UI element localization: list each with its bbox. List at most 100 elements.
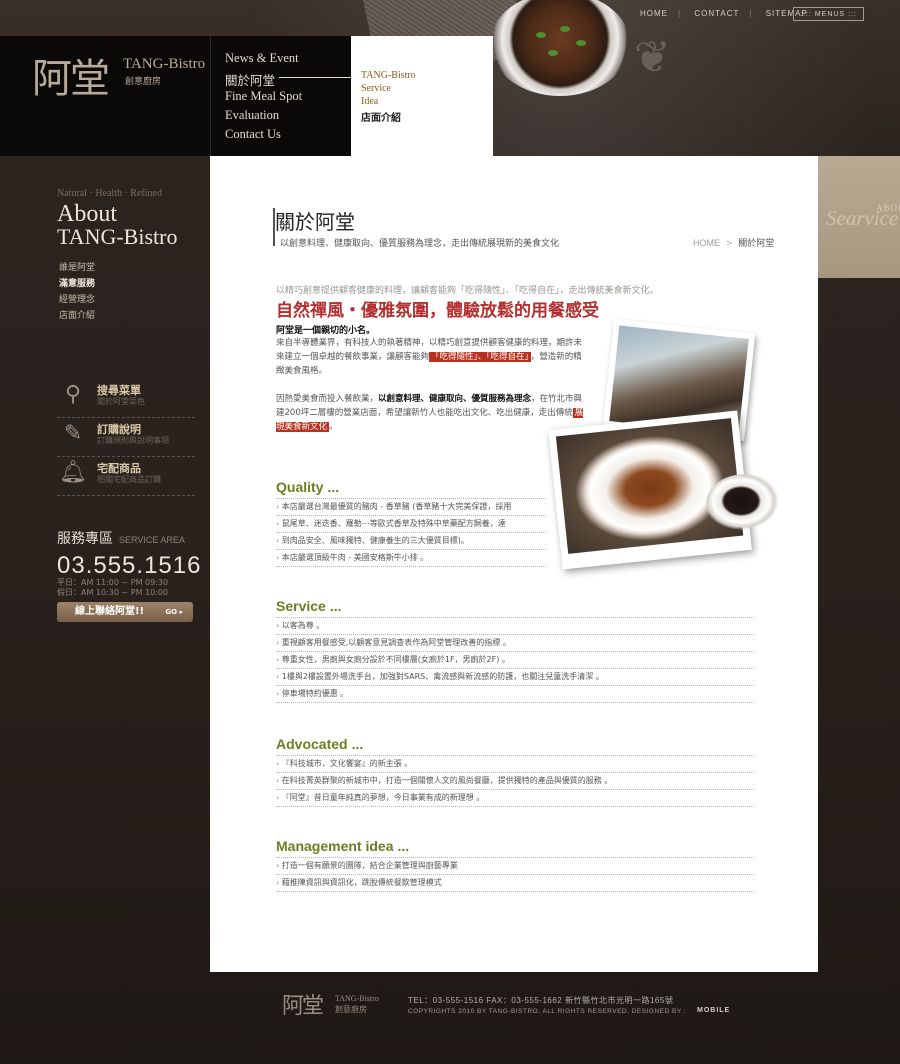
herb-garnish <box>548 50 558 56</box>
logo-zh[interactable]: 阿堂 <box>32 46 110 104</box>
main-nav: News & Event 關於阿堂 Fine Meal Spot Evaluat… <box>211 36 351 156</box>
section-title-text: Service <box>276 598 326 614</box>
section-title-dots: ... <box>329 598 342 614</box>
paragraph-1: 來自半導體業界，有科技人的執著精神，以精巧創意提供顧客健康的料理，期許未來建立一… <box>276 336 586 378</box>
sidebar-link-who[interactable]: 誰是阿堂 <box>59 263 95 274</box>
list-item: 打造一個有願景的團隊，結合企業管理與廚藝專業 <box>276 857 754 875</box>
list-item: 本店嚴選頂級牛肉 - 美國安格斯牛小排 。 <box>276 550 546 567</box>
section-title-text: Advocated <box>276 736 348 752</box>
intro-text: 以精巧創意提供顧客健康的料理，讓顧客能夠「吃得隨性」、「吃得自在」，走出傳統美食… <box>276 286 659 296</box>
sidebar-links: 誰是阿堂 滿意服務 經營理念 店面介紹 <box>59 263 95 327</box>
footer-logo-en: TANG-Bistro <box>335 994 379 1003</box>
area-en: SERVICE AREA <box>119 535 185 545</box>
subnav-service[interactable]: Service <box>361 83 391 94</box>
section-title: Quality... <box>276 479 754 495</box>
contact-label: 線上聯絡阿堂!! <box>75 606 145 617</box>
about-searvice-tab: ABOUT Searvice <box>818 156 900 278</box>
sidebar-link-store[interactable]: 店面介紹 <box>59 311 95 322</box>
nav-fine-meal-spot[interactable]: Fine Meal Spot <box>225 89 302 104</box>
nav-evaluation[interactable]: Evaluation <box>225 108 279 123</box>
section-title: Service... <box>276 598 754 614</box>
footer-logo-sub: 創意廚房 <box>335 1005 367 1014</box>
service-sub: 關於阿堂菜色 <box>97 397 145 406</box>
logo-sub: 創意廚房 <box>125 77 162 87</box>
contact-online-button[interactable]: 線上聯絡阿堂!! GO ▸ <box>57 602 193 622</box>
list-item: 到肉品安全、風味獨特、健康養生的三大優質目標)。 <box>276 533 546 550</box>
section-service: Service... 以客為尊 。 重視顧客用餐感受,以顧客意見調查表作為阿堂管… <box>276 598 754 703</box>
list-item: 本店嚴選台灣最優質的豬肉 - 香草豬 (香草豬十大完美保證，採用 <box>276 498 546 516</box>
subnav-store-intro[interactable]: 店面介紹 <box>361 109 401 124</box>
p2-bold: 以創意料理、健康取向、優質服務為理念 <box>378 394 532 404</box>
go-icon: GO ▸ <box>165 608 183 616</box>
herb-garnish <box>576 40 586 46</box>
breadcrumb-current: 關於阿堂 <box>738 238 775 248</box>
lead-text: 阿堂是一個親切的小名。 <box>276 326 376 336</box>
tab-big-label: Searvice <box>826 206 899 230</box>
subnav-idea[interactable]: Idea <box>361 96 378 107</box>
list-item: 以客為尊 。 <box>276 617 754 635</box>
breadcrumb: HOME > 關於阿堂 <box>693 236 774 249</box>
service-order-info[interactable]: ✎ 訂購說明 訂購規則與說明事項 <box>57 418 195 457</box>
hours-weekday: 平日：AM 11:00 ~ PM 09:30 <box>57 578 169 587</box>
area-zh: 服務專區 <box>57 531 113 547</box>
footer-contact-info: TEL：03-555-1516 FAX：03-555-1662 新竹縣竹北市光明… <box>408 996 674 1005</box>
slogan: 自然禪風・優雅氛圍，體驗放鬆的用餐感受 <box>276 301 599 321</box>
sidebar-link-philosophy[interactable]: 經營理念 <box>59 295 95 306</box>
page-title: 關於阿堂 <box>275 210 355 234</box>
phone-number: 03.555.1516 <box>57 552 202 579</box>
sub-nav: TANG-Bistro Service Idea 店面介紹 <box>351 36 493 156</box>
nav-news-event[interactable]: News & Event <box>225 51 299 66</box>
service-delivery[interactable]: 🔔︎ 宅配商品 相關宅配商品訂購 <box>57 457 195 496</box>
list-item: 尊重女性，男廁與女廁分設於不同樓層(女廁於1F，男廁於2F) 。 <box>276 652 754 669</box>
list-item: 重視顧客用餐感受,以顧客意見調查表作為阿堂管理改善的指標 。 <box>276 635 754 652</box>
herb-garnish <box>536 32 546 38</box>
section-advocated: Advocated... 『科技城市，文化饗宴』的新主張 。 在科技菁英群聚的新… <box>276 736 754 807</box>
service-search-menu[interactable]: ⚲ 搜尋菜單 關於阿堂菜色 <box>57 379 195 418</box>
top-links: HOME | CONTACT | SITEMAP <box>640 9 818 18</box>
search-icon: ⚲ <box>64 382 82 407</box>
footer-designer-link[interactable]: MOBILE <box>697 1007 730 1014</box>
menus-button[interactable]: :::: MENUS ::: <box>793 7 864 21</box>
service-sub: 相關宅配商品訂購 <box>97 475 161 484</box>
separator: | <box>749 9 753 18</box>
notepad-icon: ✎ <box>63 421 83 446</box>
paragraph-2: 因熱愛美食而投入餐飲業，以創意料理、健康取向、優質服務為理念，在竹北市興建200… <box>276 392 586 434</box>
section-title: Management idea... <box>276 838 754 854</box>
sidebar-title-line2: TANG-Bistro <box>57 224 178 249</box>
top-link-home[interactable]: HOME <box>640 9 668 18</box>
section-title-dots: ... <box>351 736 364 752</box>
bell-icon: 🔔︎ <box>59 460 87 485</box>
herb-garnish <box>560 26 570 32</box>
nav-contact-us[interactable]: Contact Us <box>225 127 281 142</box>
list-item: 藉推陳資訊與資訊化，跳脫傳統餐飲管理模式 <box>276 875 754 892</box>
footer-logo-zh: 阿堂 <box>282 994 324 1019</box>
p2-text: 因熱愛美食而投入餐飲業， <box>276 394 379 404</box>
section-title: Advocated... <box>276 736 754 752</box>
subnav-tang-bistro[interactable]: TANG-Bistro <box>361 70 416 81</box>
sidebar-title-line1: About <box>57 201 117 227</box>
separator: | <box>678 9 682 18</box>
list-item: 在科技菁英群聚的新城市中，打造一個關懷人文的風尚餐廳，提供獨特的產品與優質的服務… <box>276 773 754 790</box>
logo-en: TANG-Bistro <box>123 56 206 72</box>
section-quality: Quality... 本店嚴選台灣最優質的豬肉 - 香草豬 (香草豬十大完美保證… <box>276 479 754 567</box>
sidebar-tagline: Natural · Health · Refined <box>57 188 162 199</box>
list-item: 『科技城市，文化饗宴』的新主張 。 <box>276 755 754 773</box>
list-item: 鼠尾草、迷迭香、羅勒⋯等歐式香草及特殊中草藥配方飼養，達 <box>276 516 546 533</box>
p2-text-end: 。 <box>329 422 338 432</box>
section-title-text: Quality <box>276 479 324 495</box>
section-title-dots: ... <box>397 838 410 854</box>
section-management-idea: Management idea... 打造一個有願景的團隊，結合企業管理與廚藝專… <box>276 838 754 892</box>
ornament-swirl: ❦ <box>634 32 671 83</box>
p1-highlight: 「吃得隨性」、「吃得自在」 <box>429 352 531 362</box>
list-item: 1樓與2樓設置外場洗手台，加強對SARS、禽流感與新流感的防護，也關注兒童洗手清… <box>276 669 754 686</box>
section-title-text: Management idea <box>276 838 394 854</box>
hours-weekend: 假日：AM 10:30 ~ PM 10:00 <box>57 588 169 597</box>
nav-about[interactable]: 關於阿堂 <box>225 70 275 89</box>
breadcrumb-home[interactable]: HOME <box>693 238 720 248</box>
footer-copyright: COPYRIGHTS 2010 BY TANG-BISTRO. ALL RIGH… <box>408 1008 687 1015</box>
top-link-contact[interactable]: CONTACT <box>694 9 739 18</box>
service-area-title: 服務專區 SERVICE AREA <box>57 528 185 548</box>
list-item: 『阿堂』昔日童年純真的夢想，今日事業有成的新理想 。 <box>276 790 754 807</box>
section-title-dots: ... <box>327 479 340 495</box>
sidebar-link-service[interactable]: 滿意服務 <box>59 279 95 290</box>
